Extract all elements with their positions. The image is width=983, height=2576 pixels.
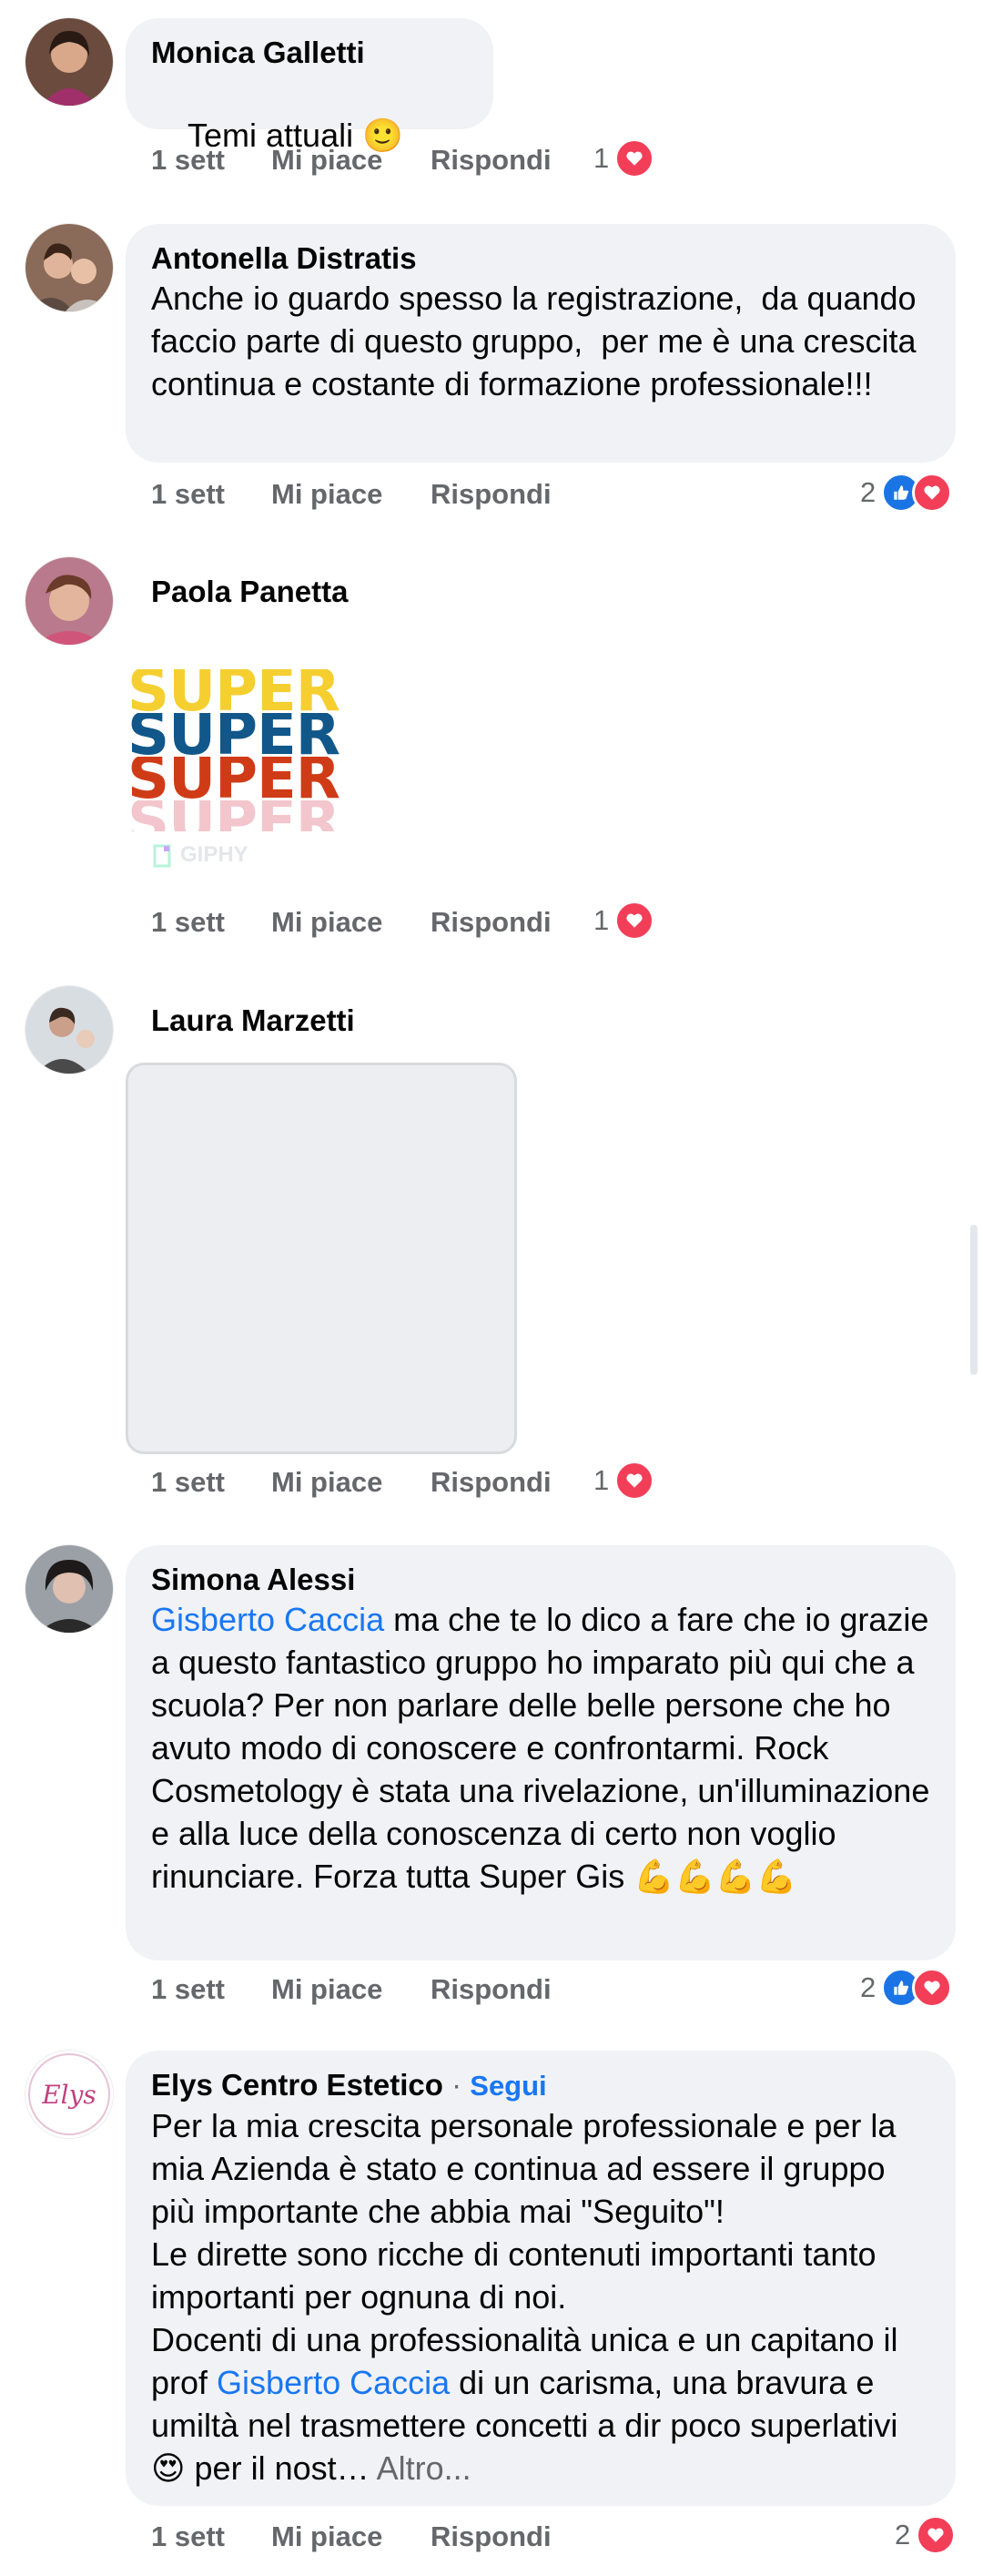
- like-button[interactable]: Mi piace: [271, 478, 431, 511]
- comment-actions: 1 sett Mi piace Rispondi: [151, 1973, 552, 2006]
- reaction-count: 1: [593, 904, 610, 936]
- love-reaction-icon: [614, 1461, 655, 1501]
- gif-word: SUPER: [127, 669, 340, 713]
- reactions-summary[interactable]: 1: [593, 138, 655, 178]
- gif-attachment[interactable]: SUPER SUPER SUPER SUPER GIPHY: [127, 669, 391, 879]
- reply-button[interactable]: Rispondi: [431, 1466, 552, 1499]
- avatar[interactable]: Elys: [25, 2051, 113, 2138]
- avatar[interactable]: [25, 557, 113, 645]
- image-attachment[interactable]: [126, 1063, 517, 1454]
- timestamp[interactable]: 1 sett: [151, 906, 271, 939]
- comment-actions: 1 sett Mi piace Rispondi: [151, 2520, 552, 2553]
- follow-button[interactable]: Segui: [470, 2070, 546, 2102]
- mention-link[interactable]: Gisberto Caccia: [217, 2364, 450, 2401]
- timestamp[interactable]: 1 sett: [151, 1973, 271, 2006]
- comment-bubble: Elys Centro Estetico · Segui Per la mia …: [126, 2051, 956, 2506]
- reaction-count: 2: [895, 2519, 911, 2551]
- love-reaction-icon: [912, 1968, 953, 2008]
- reaction-count: 1: [593, 142, 610, 174]
- reactions-summary[interactable]: 2: [860, 1968, 953, 2008]
- brand-logo-text: Elys: [41, 2080, 96, 2110]
- comment-actions: 1 sett Mi piace Rispondi: [151, 478, 552, 511]
- reply-button[interactable]: Rispondi: [431, 906, 552, 939]
- comment-bubble: Antonella Distratis Anche io guardo spes…: [126, 224, 956, 463]
- timestamp[interactable]: 1 sett: [151, 1466, 271, 1499]
- see-more-link[interactable]: Altro...: [370, 2449, 471, 2487]
- comment-bubble: Simona Alessi Gisberto Caccia ma che te …: [126, 1545, 956, 1960]
- like-button[interactable]: Mi piace: [271, 1466, 431, 1499]
- reaction-count: 2: [860, 476, 877, 508]
- author-name[interactable]: Paola Panetta: [151, 574, 348, 610]
- comment-text: Gisberto Caccia ma che te lo dico a fare…: [151, 1601, 939, 1895]
- reply-button[interactable]: Rispondi: [431, 144, 552, 177]
- comment-text: Per la mia crescita personale profession…: [151, 2107, 907, 2487]
- reaction-count: 2: [860, 1971, 877, 2003]
- author-name[interactable]: Simona Alessi: [151, 1562, 930, 1598]
- comment-actions: 1 sett Mi piace Rispondi: [151, 1466, 552, 1499]
- gif-word: SUPER: [127, 800, 391, 831]
- reaction-count: 1: [593, 1464, 610, 1496]
- like-button[interactable]: Mi piace: [271, 2520, 431, 2553]
- like-button[interactable]: Mi piace: [271, 1973, 431, 2006]
- reactions-summary[interactable]: 2: [860, 473, 953, 513]
- reply-button[interactable]: Rispondi: [431, 2520, 552, 2553]
- gif-word: SUPER: [127, 757, 340, 800]
- giphy-icon: [153, 844, 171, 868]
- love-reaction-icon: [614, 901, 655, 941]
- giphy-watermark: GIPHY: [153, 842, 248, 868]
- reactions-summary[interactable]: 1: [593, 901, 655, 941]
- comment-actions: 1 sett Mi piace Rispondi: [151, 906, 552, 939]
- author-name[interactable]: Monica Galletti: [151, 35, 468, 71]
- love-reaction-icon: [912, 473, 953, 513]
- avatar[interactable]: [25, 224, 113, 311]
- reactions-summary[interactable]: 2: [895, 2515, 957, 2555]
- timestamp[interactable]: 1 sett: [151, 144, 271, 177]
- separator-dot: ·: [442, 2068, 471, 2102]
- reply-button[interactable]: Rispondi: [431, 1973, 552, 2006]
- author-name[interactable]: Antonella Distratis: [151, 240, 930, 277]
- like-button[interactable]: Mi piace: [271, 144, 431, 177]
- avatar[interactable]: [25, 1545, 113, 1633]
- love-reaction-icon: [614, 138, 655, 178]
- scrollbar[interactable]: [970, 1225, 978, 1375]
- comment-actions: 1 sett Mi piace Rispondi: [151, 144, 552, 177]
- mention-link[interactable]: Gisberto Caccia: [151, 1601, 384, 1638]
- reactions-summary[interactable]: 1: [593, 1461, 655, 1501]
- author-line: Elys Centro Estetico · Segui: [151, 2067, 930, 2104]
- comment-text: Anche io guardo spesso la registrazione,…: [151, 280, 926, 402]
- comment-bubble: Monica Galletti Temi attuali 🙂 TOP: [126, 18, 493, 326]
- reply-button[interactable]: Rispondi: [431, 478, 552, 511]
- gif-word: SUPER: [127, 713, 340, 757]
- avatar[interactable]: [25, 986, 113, 1074]
- author-name[interactable]: Laura Marzetti: [151, 1003, 355, 1039]
- author-name[interactable]: Elys Centro Estetico: [151, 2068, 443, 2102]
- timestamp[interactable]: 1 sett: [151, 2520, 271, 2553]
- avatar[interactable]: [25, 18, 113, 106]
- like-button[interactable]: Mi piace: [271, 906, 431, 939]
- love-reaction-icon: [916, 2515, 957, 2555]
- timestamp[interactable]: 1 sett: [151, 478, 271, 511]
